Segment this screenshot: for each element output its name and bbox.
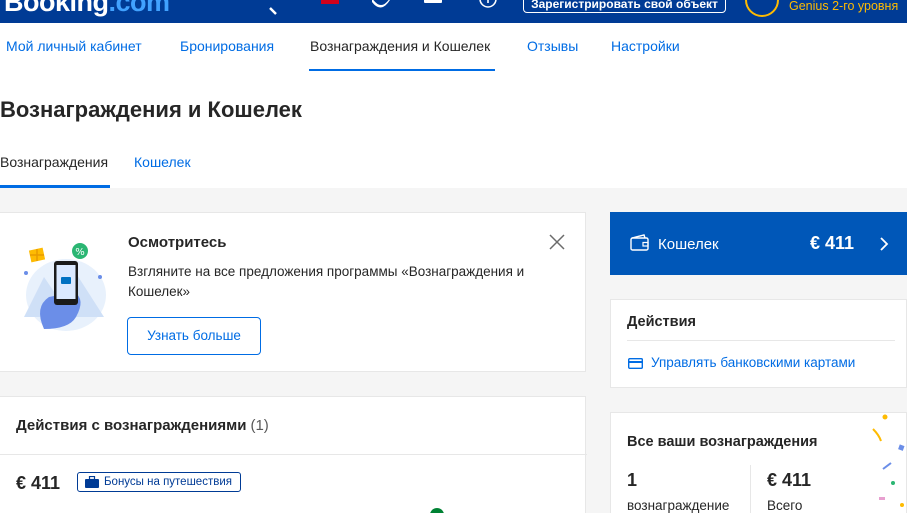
page-header: Вознаграждения и Кошелек Вознаграждения …	[0, 72, 907, 188]
tab-wallet[interactable]: Кошелек	[134, 154, 191, 170]
close-icon[interactable]	[547, 232, 567, 252]
travel-bonus-badge: Бонусы на путешествия	[77, 472, 241, 492]
rewards-count-value: 1	[627, 470, 638, 490]
tab-rewards[interactable]: Вознаграждения	[0, 154, 108, 170]
booking-logo[interactable]: Booking.com	[4, 0, 170, 18]
actions-title: Действия	[627, 314, 696, 330]
actions-card: Действия Управлять банковскими картами	[610, 299, 907, 388]
divider	[0, 454, 587, 455]
page-title: Вознаграждения и Кошелек	[0, 97, 302, 122]
wallet-icon	[630, 234, 649, 251]
all-rewards-card: Все ваши вознаграждения 1 вознаграждение…	[610, 412, 907, 513]
chevron-right-icon	[880, 237, 889, 251]
inbox-icon[interactable]	[424, 0, 442, 3]
phone-rewards-illustration-icon: %	[24, 243, 106, 331]
nav-item-dashboard[interactable]: Мой личный кабинет	[6, 38, 142, 54]
divider	[627, 340, 895, 341]
reward-actions-count: (1)	[250, 417, 269, 434]
learn-more-button[interactable]: Узнать больше	[127, 317, 261, 355]
wallet-balance-card[interactable]: Кошелек € 411	[610, 212, 907, 275]
nav-item-rewards-wallet[interactable]: Вознаграждения и Кошелек	[310, 38, 490, 54]
reward-actions-title: Действия с вознаграждениями (1)	[16, 417, 269, 434]
help-icon[interactable]	[477, 0, 499, 16]
confetti-icon	[872, 414, 905, 507]
wallet-label: Кошелек	[658, 236, 719, 253]
promo-title: Осмотритесь	[128, 234, 227, 251]
all-rewards-title: Все ваши вознаграждения	[627, 434, 818, 450]
top-header: Booking.com Зарегистрировать свой объект…	[0, 0, 907, 23]
account-nav: Мой личный кабинет Бронирования Вознагра…	[0, 23, 907, 72]
nav-item-reviews[interactable]: Отзывы	[527, 38, 578, 54]
rewards-total-value: € 411	[767, 470, 812, 490]
flag-icon[interactable]	[321, 0, 339, 4]
wallet-amount: € 411	[810, 233, 855, 253]
nav-item-settings[interactable]: Настройки	[611, 38, 680, 54]
manage-bank-cards-link[interactable]: Управлять банковскими картами	[651, 355, 855, 370]
briefcase-icon	[85, 476, 99, 488]
search-icon[interactable]	[268, 0, 290, 16]
rewards-total-label: Всего	[767, 498, 803, 513]
chat-icon[interactable]	[370, 0, 392, 16]
rewards-count-label: вознаграждение	[627, 498, 730, 513]
nav-item-bookings[interactable]: Бронирования	[180, 38, 274, 54]
status-dot-icon	[430, 508, 444, 513]
credit-card-icon	[628, 358, 643, 369]
svg-text:%: %	[75, 247, 85, 258]
register-property-button[interactable]: Зарегистрировать свой объект	[523, 0, 726, 13]
avatar[interactable]	[745, 0, 779, 17]
genius-level-label[interactable]: Genius 2-го уровня	[789, 0, 898, 13]
divider-vertical	[750, 465, 751, 513]
promo-description: Взгляните на все предложения программы «…	[128, 264, 525, 299]
reward-amount: € 411	[16, 473, 61, 493]
promo-card: % Осмотритесь Взгляните на все предложен…	[0, 212, 586, 372]
reward-actions-card: Действия с вознаграждениями (1) € 411 Бон…	[0, 396, 587, 513]
tab-active-indicator	[0, 185, 110, 188]
nav-active-indicator	[309, 69, 495, 71]
